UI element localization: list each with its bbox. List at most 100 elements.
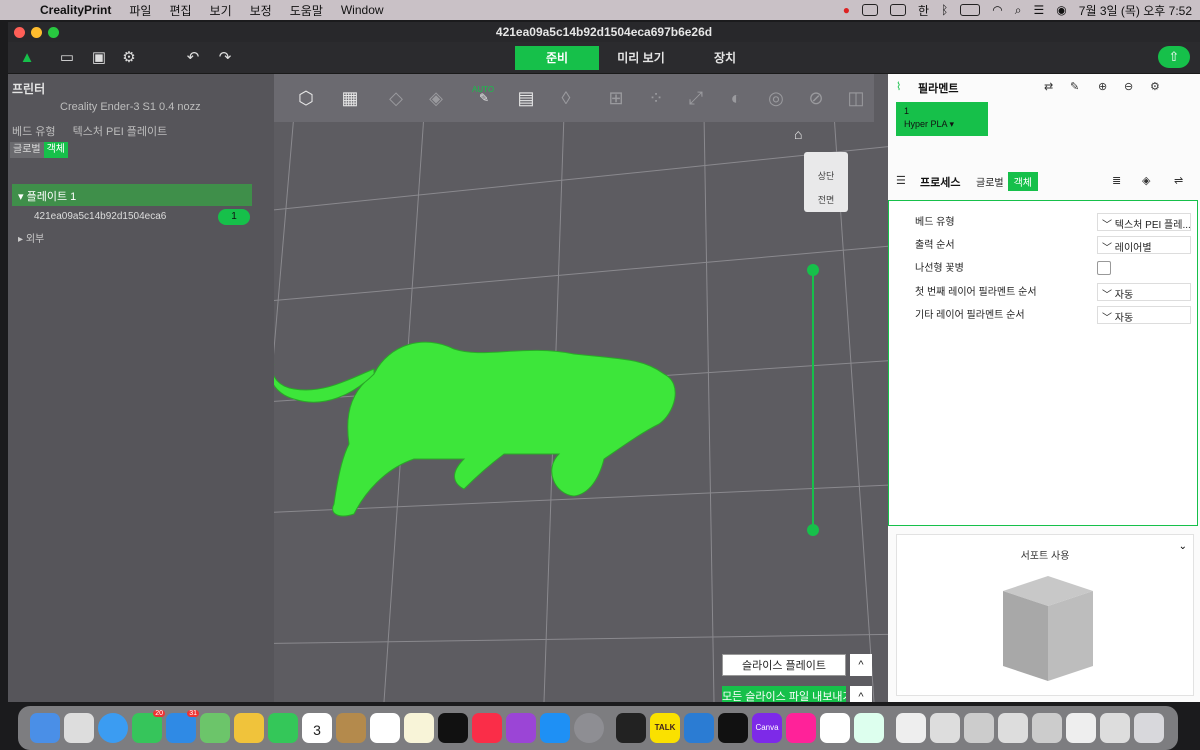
collapse-icon[interactable]: ⌄ xyxy=(1179,541,1187,552)
control-center-icon[interactable]: ☰ xyxy=(1034,3,1045,17)
tab-device[interactable]: 장치 xyxy=(683,46,767,70)
seg-global[interactable]: 글로벌 xyxy=(10,142,44,158)
activity-monitor-icon[interactable] xyxy=(616,713,646,743)
system-settings-icon[interactable] xyxy=(574,713,604,743)
other-layer-order-select[interactable]: ﹀ 자동 xyxy=(1097,306,1191,324)
menu-calibrate[interactable]: 보정 xyxy=(250,2,272,19)
recent-doc-1-icon[interactable] xyxy=(930,713,960,743)
erase-icon[interactable]: ◊ xyxy=(554,86,578,110)
first-layer-order-select[interactable]: ﹀ 자동 xyxy=(1097,283,1191,301)
battery-icon[interactable] xyxy=(960,4,981,16)
paint-icon[interactable]: ◐ xyxy=(724,86,748,110)
reminders-icon[interactable] xyxy=(370,713,400,743)
close-button[interactable] xyxy=(14,27,25,38)
process-seg-global[interactable]: 글로벌 xyxy=(972,172,1008,191)
scale-icon[interactable]: ⤢ xyxy=(684,86,708,110)
redo-icon[interactable]: ↷ xyxy=(214,47,236,69)
maximize-button[interactable] xyxy=(48,27,59,38)
list-icon[interactable]: ≣ xyxy=(1112,174,1121,187)
recent-doc-5-icon[interactable] xyxy=(1066,713,1096,743)
seg-object[interactable]: 객체 xyxy=(43,142,69,158)
open-folder-icon[interactable]: ▭ xyxy=(56,47,78,69)
cube-app-icon[interactable] xyxy=(820,713,850,743)
printer-selector[interactable]: Creality Ender-3 S1 0.4 nozz xyxy=(8,98,274,118)
menu-view[interactable]: 보기 xyxy=(210,2,232,19)
view-cube-top[interactable]: 상단 xyxy=(804,164,848,188)
compare-icon[interactable]: ⇌ xyxy=(1174,174,1183,187)
layout-icon[interactable]: ▤ xyxy=(514,86,538,110)
facetime-icon[interactable] xyxy=(268,713,298,743)
add-plate-icon[interactable]: ▦ xyxy=(338,86,362,110)
auto-orient-icon[interactable]: ◇ xyxy=(384,86,408,110)
kakaotalk-icon[interactable]: TALK xyxy=(650,713,680,743)
podcasts-icon[interactable] xyxy=(506,713,536,743)
filament-sync-icon[interactable]: ⇄ xyxy=(1044,80,1053,93)
record-icon[interactable]: ● xyxy=(843,3,850,17)
filament-edit-icon[interactable]: ✎ xyxy=(1070,80,1079,93)
layer-slider-top-handle[interactable] xyxy=(807,264,819,276)
export-all-button[interactable]: 모든 슬라이스 파일 내보내기 xyxy=(722,686,846,702)
settings-icon[interactable]: ⚙ xyxy=(118,47,140,69)
app-store-icon[interactable] xyxy=(540,713,570,743)
launchpad-icon[interactable] xyxy=(64,713,94,743)
3d-viewport[interactable]: ⬡ ▦ ◇ ◈ AUTO✎ ▤ ◊ ⊞ ⁘ ⤢ ◐ ◎ ⊘ ◫ ⌂ 상단 전면 xyxy=(274,74,888,702)
plate-item[interactable]: ▾ 플레이트 1 xyxy=(12,184,252,206)
cut-icon[interactable]: ⊘ xyxy=(804,86,828,110)
tab-preview[interactable]: 미리 보기 xyxy=(599,46,683,70)
spiral-vase-checkbox[interactable] xyxy=(1097,261,1111,275)
menu-edit[interactable]: 편집 xyxy=(169,2,191,19)
lay-on-face-icon[interactable]: ◈ xyxy=(424,86,448,110)
bed-type-row[interactable]: 베드 유형 텍스처 PEI 플레이트 xyxy=(8,120,274,140)
chevron-down-icon[interactable]: ▾ xyxy=(950,119,955,129)
add-filament-icon[interactable]: ⊕ xyxy=(1098,80,1107,93)
safari-icon[interactable] xyxy=(98,713,128,743)
auto-arrange-icon[interactable]: AUTO ✎ xyxy=(472,85,496,110)
recent-doc-3-icon[interactable] xyxy=(998,713,1028,743)
menu-help[interactable]: 도움말 xyxy=(290,2,323,19)
layer-slider-bottom-handle[interactable] xyxy=(807,524,819,536)
cloud-upload-icon[interactable]: ⇧ xyxy=(1158,46,1190,68)
layer-slider[interactable] xyxy=(807,264,819,536)
canva-icon[interactable]: Canva xyxy=(752,713,782,743)
siri-icon[interactable]: ◉ xyxy=(1056,3,1066,17)
tab-prepare[interactable]: 준비 xyxy=(515,46,599,70)
messages-icon[interactable]: 20 xyxy=(132,710,165,743)
preview-icon[interactable] xyxy=(896,713,926,743)
calendar-icon[interactable]: 3 xyxy=(302,713,332,743)
trash-icon[interactable] xyxy=(1134,713,1164,743)
recent-doc-2-icon[interactable] xyxy=(964,713,994,743)
word-icon[interactable] xyxy=(684,713,714,743)
stocks-icon[interactable] xyxy=(718,713,748,743)
recent-doc-4-icon[interactable] xyxy=(1032,713,1062,743)
mail-icon[interactable]: 31 xyxy=(166,710,199,743)
outside-item[interactable]: ▸ 외부 xyxy=(18,230,44,245)
undo-icon[interactable]: ↶ xyxy=(182,47,204,69)
bed-type-select[interactable]: ﹀ 텍스처 PEI 플레... xyxy=(1097,213,1191,231)
remove-filament-icon[interactable]: ⊖ xyxy=(1124,80,1133,93)
export-options-button[interactable]: ^ xyxy=(850,686,872,702)
notes-icon[interactable] xyxy=(404,713,434,743)
object-item[interactable]: 421ea09a5c14b92d1504eca6 1 xyxy=(12,208,252,226)
minimize-button[interactable] xyxy=(31,27,42,38)
menu-window[interactable]: Window xyxy=(341,3,384,17)
split-objects-icon[interactable]: ⊞ xyxy=(604,86,628,110)
search-icon[interactable]: ⌕ xyxy=(1015,3,1022,18)
tv-icon[interactable] xyxy=(438,713,468,743)
add-object-icon[interactable]: ⬡ xyxy=(294,86,318,110)
screen-icon[interactable] xyxy=(862,4,879,16)
finder-icon[interactable] xyxy=(30,713,60,743)
menu-file[interactable]: 파일 xyxy=(129,2,151,19)
window-icon[interactable] xyxy=(890,4,907,16)
process-seg-object[interactable]: 객체 xyxy=(1007,172,1039,191)
maps-icon[interactable] xyxy=(200,713,230,743)
print-sequence-select[interactable]: ﹀ 레이어별 xyxy=(1097,236,1191,254)
measure-icon[interactable]: ◫ xyxy=(844,86,868,110)
wifi-icon[interactable]: ◠ xyxy=(992,3,1002,17)
view-cube[interactable]: 상단 전면 xyxy=(804,152,848,212)
filament-settings-icon[interactable]: ⚙ xyxy=(1150,80,1160,93)
pinwheel-icon[interactable] xyxy=(786,713,816,743)
crealityprint-icon[interactable] xyxy=(854,713,884,743)
view-cube-front[interactable]: 전면 xyxy=(804,188,848,212)
recent-doc-6-icon[interactable] xyxy=(1100,713,1130,743)
menu-app[interactable]: CrealityPrint xyxy=(40,3,111,17)
